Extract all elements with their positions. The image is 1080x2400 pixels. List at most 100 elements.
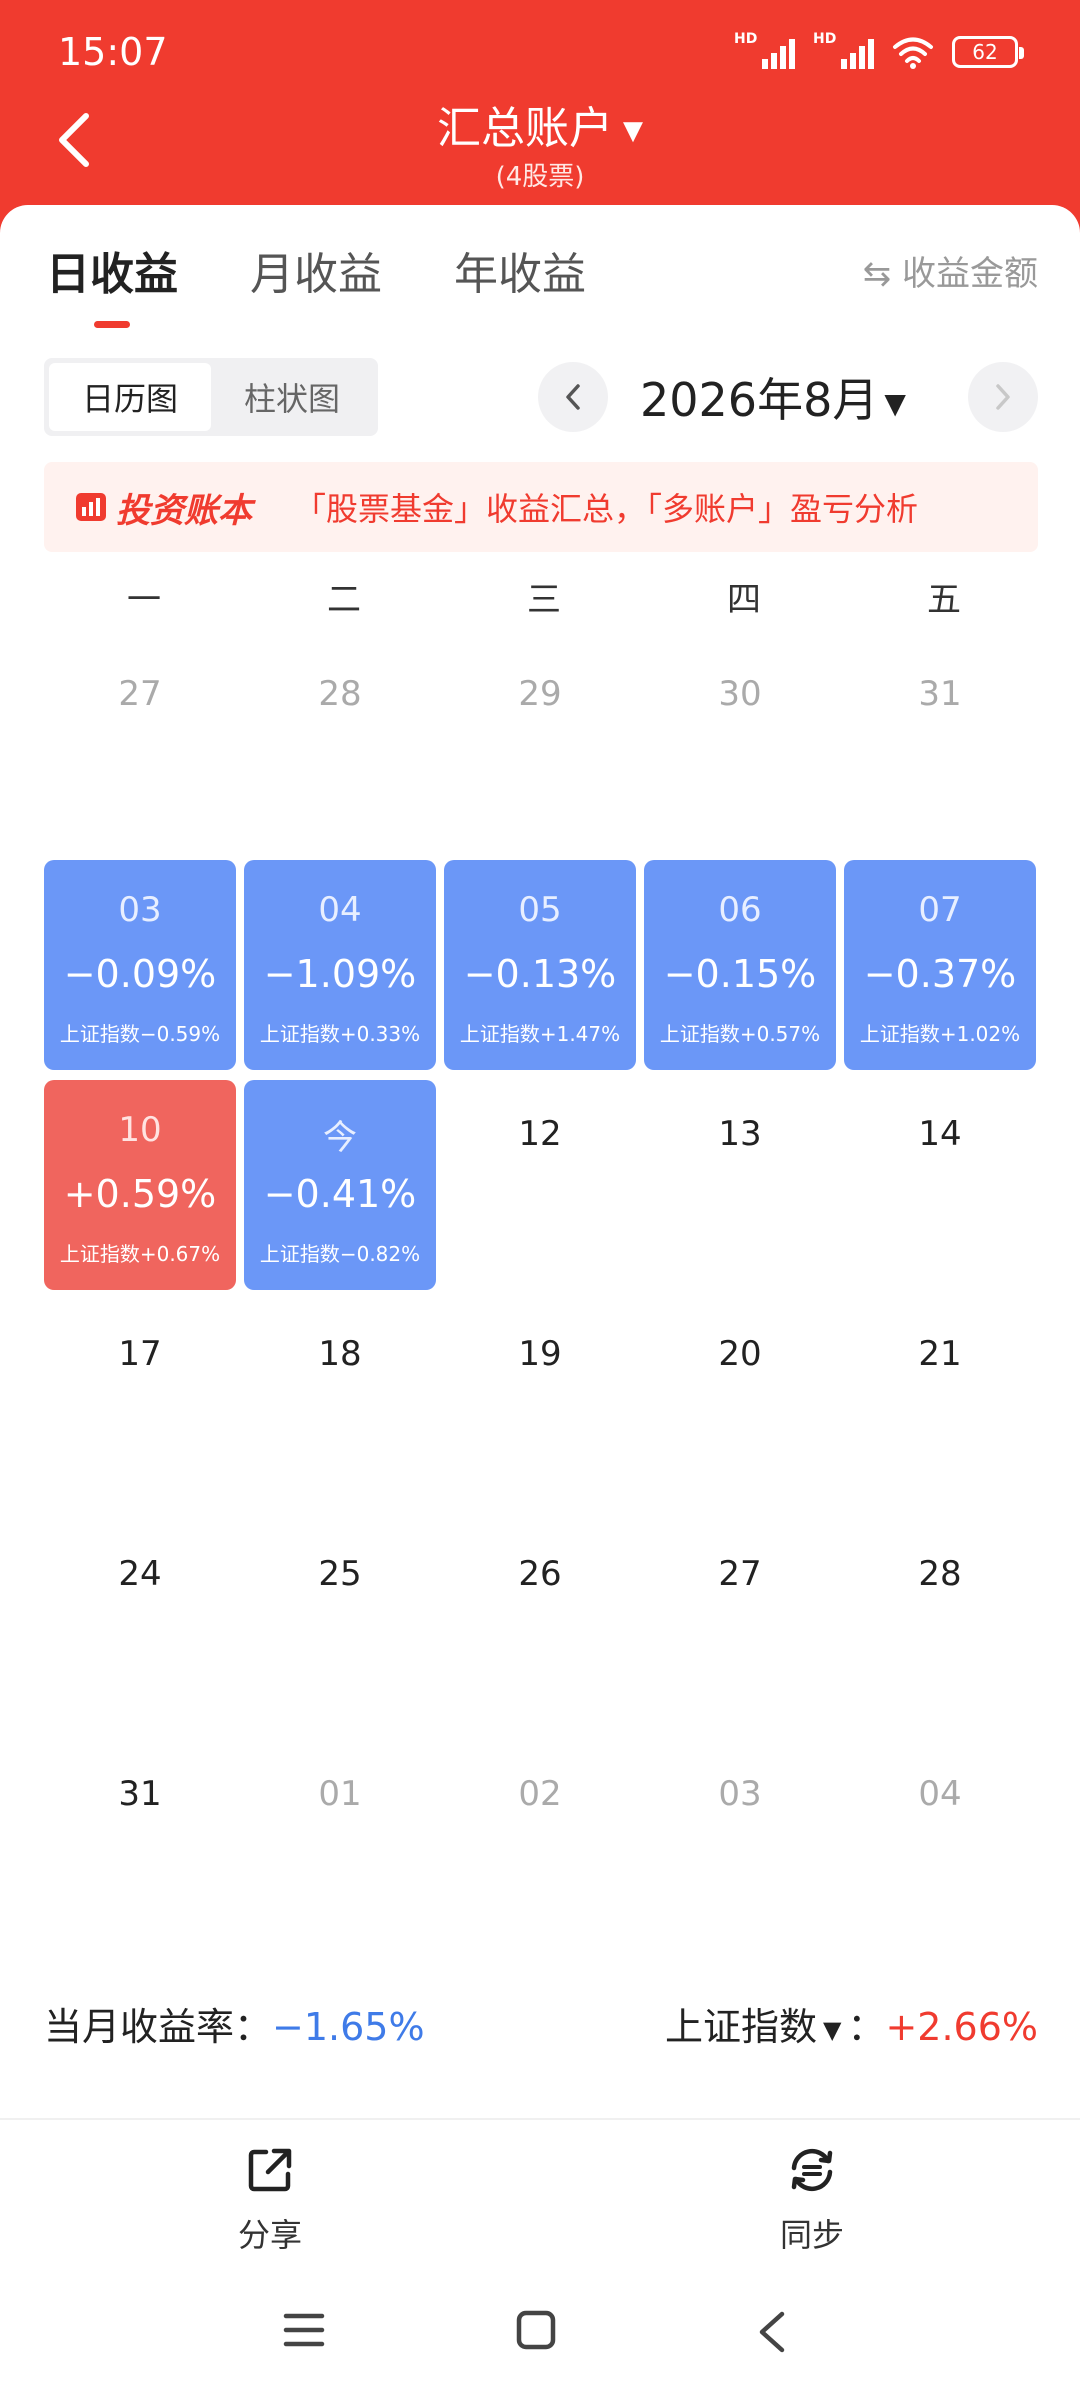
- status-icons: HD HD 62: [734, 30, 1024, 74]
- chevron-left-icon: [566, 384, 580, 410]
- index-value: +2.66%: [885, 2005, 1038, 2049]
- system-nav-bar: [0, 2300, 1080, 2380]
- day-number: 04: [918, 1774, 962, 1814]
- account-selector[interactable]: 汇总账户 ▼: [0, 92, 1080, 156]
- calendar-week-row: 27 28 29 30 31: [44, 640, 1044, 856]
- banner-logo-text: 投资账本: [116, 490, 252, 531]
- bar-view-button[interactable]: 柱状图: [211, 363, 373, 431]
- signal-icon: HD: [734, 31, 795, 69]
- calendar-day-cell[interactable]: 25: [244, 1520, 436, 1730]
- calendar-day-cell[interactable]: 19: [444, 1300, 636, 1510]
- calendar-week-row: 24 25 26 27 28: [44, 1520, 1044, 1736]
- calendar-day-cell[interactable]: 21: [844, 1300, 1036, 1510]
- day-number: 25: [318, 1554, 362, 1594]
- menu-icon[interactable]: [282, 2308, 326, 2352]
- page-subtitle: (4股票): [495, 162, 585, 192]
- sync-button[interactable]: 同步: [712, 2146, 912, 2256]
- day-number: 06: [718, 890, 762, 930]
- day-number: 01: [318, 1774, 362, 1814]
- calendar-day-cell[interactable]: 04 −1.09% 上证指数+0.33%: [244, 860, 436, 1070]
- calendar-day-cell[interactable]: 02: [444, 1740, 636, 1950]
- calendar-day-cell[interactable]: 20: [644, 1300, 836, 1510]
- calendar-week-row: 03 −0.09% 上证指数−0.59% 04 −1.09% 上证指数+0.33% 05 −0…: [44, 860, 1044, 1076]
- hd-label: HD: [813, 31, 837, 47]
- calendar-day-cell[interactable]: 03 −0.09% 上证指数−0.59%: [44, 860, 236, 1070]
- calendar-day-cell[interactable]: 31: [44, 1740, 236, 1950]
- calendar-day-cell[interactable]: 05 −0.13% 上证指数+1.47%: [444, 860, 636, 1070]
- calendar-day-cell[interactable]: 24: [44, 1520, 236, 1730]
- month-label: 2026年8月: [640, 373, 879, 427]
- day-index-value: 上证指数+0.33%: [259, 1022, 421, 1046]
- calendar-day-cell[interactable]: 29: [444, 640, 636, 850]
- day-index-value: 上证指数+0.57%: [659, 1022, 821, 1046]
- calendar-day-cell[interactable]: 07 −0.37% 上证指数+1.02%: [844, 860, 1036, 1070]
- share-label: 分享: [237, 2216, 302, 2254]
- index-comparison[interactable]: 上证指数 ▼ ：+2.66%: [665, 1996, 1038, 2051]
- day-return-value: −0.37%: [863, 952, 1017, 996]
- header: 15:07 HD HD 62 汇总账户 ▼ (4股票): [0, 0, 1080, 240]
- day-number: 今: [323, 1118, 357, 1158]
- month-selector[interactable]: 2026年8月 ▼: [640, 364, 980, 430]
- calendar-day-cell[interactable]: 27: [44, 640, 236, 850]
- day-number: 24: [118, 1554, 162, 1594]
- calendar-day-cell[interactable]: 30: [644, 640, 836, 850]
- day-return-value: −0.15%: [663, 952, 817, 996]
- home-icon[interactable]: [514, 2308, 558, 2352]
- index-separator: ：: [847, 2005, 886, 2049]
- calendar-day-cell[interactable]: 26: [444, 1520, 636, 1730]
- next-month-button[interactable]: [968, 362, 1038, 432]
- day-number: 03: [118, 890, 162, 930]
- profit-tabs: 日收益 月收益 年收益: [46, 238, 586, 328]
- weekday-label: 三: [527, 580, 561, 620]
- calendar-day-cell[interactable]: 04: [844, 1740, 1036, 1950]
- calendar-day-cell[interactable]: 03: [644, 1740, 836, 1950]
- sync-icon: [791, 2148, 833, 2192]
- chart-logo-icon: [76, 493, 106, 521]
- promo-banner[interactable]: 投资账本 「股票基金」收益汇总，「多账户」盈亏分析: [44, 462, 1038, 552]
- calendar-day-cell[interactable]: 27: [644, 1520, 836, 1730]
- calendar-day-cell[interactable]: 01: [244, 1740, 436, 1950]
- weekday-label: 五: [927, 580, 961, 620]
- day-number: 27: [718, 1554, 762, 1594]
- monthly-return-label: 当月收益率：: [44, 2005, 273, 2049]
- day-index-value: 上证指数−0.82%: [259, 1242, 421, 1266]
- calendar-day-cell[interactable]: 12: [444, 1080, 636, 1290]
- calendar-day-cell[interactable]: 28: [244, 640, 436, 850]
- calendar-day-cell[interactable]: 10 +0.59% 上证指数+0.67%: [44, 1080, 236, 1290]
- day-index-value: 上证指数−0.59%: [59, 1022, 221, 1046]
- day-number: 29: [518, 674, 562, 714]
- monthly-return: 当月收益率：−1.65%: [44, 1996, 425, 2051]
- calendar-week-row: 17 18 19 20 21: [44, 1300, 1044, 1516]
- calendar-view-button[interactable]: 日历图: [49, 363, 211, 431]
- day-number: 26: [518, 1554, 562, 1594]
- wifi-icon: [893, 37, 933, 69]
- calendar-day-cell[interactable]: 18: [244, 1300, 436, 1510]
- day-number: 20: [718, 1334, 762, 1374]
- calendar-week-row: 10 +0.59% 上证指数+0.67% 今 −0.41% 上证指数−0.82% 12 13 1…: [44, 1080, 1044, 1296]
- tab-monthly[interactable]: 月收益: [250, 238, 382, 302]
- calendar-day-cell[interactable]: 06 −0.15% 上证指数+0.57%: [644, 860, 836, 1070]
- tab-yearly[interactable]: 年收益: [454, 238, 586, 302]
- toggle-amount-button[interactable]: ⇆ 收益金额: [863, 246, 1038, 295]
- calendar-day-cell[interactable]: 31: [844, 640, 1036, 850]
- battery-level: 62: [972, 40, 998, 64]
- share-button[interactable]: 分享: [170, 2146, 370, 2256]
- back-icon[interactable]: [752, 2308, 792, 2356]
- calendar-day-cell[interactable]: 28: [844, 1520, 1036, 1730]
- calendar-day-cell[interactable]: 13: [644, 1080, 836, 1290]
- chevron-right-icon: [996, 384, 1010, 410]
- share-icon: [248, 2148, 292, 2192]
- weekday-label: 四: [727, 580, 761, 620]
- calendar-day-cell[interactable]: 17: [44, 1300, 236, 1510]
- day-index-value: 上证指数+1.47%: [459, 1022, 621, 1046]
- day-number: 28: [918, 1554, 962, 1594]
- prev-month-button[interactable]: [538, 362, 608, 432]
- calendar-day-cell[interactable]: 今 −0.41% 上证指数−0.82%: [244, 1080, 436, 1290]
- banner-text: 「股票基金」收益汇总，「多账户」盈亏分析: [294, 490, 919, 528]
- tab-daily[interactable]: 日收益: [46, 238, 178, 328]
- monthly-return-value: −1.65%: [272, 2005, 425, 2049]
- signal-icon: HD: [813, 31, 874, 69]
- caret-down-icon: ▼: [623, 116, 643, 146]
- calendar-week-row: 31 01 02 03 04: [44, 1740, 1044, 1956]
- calendar-day-cell[interactable]: 14: [844, 1080, 1036, 1290]
